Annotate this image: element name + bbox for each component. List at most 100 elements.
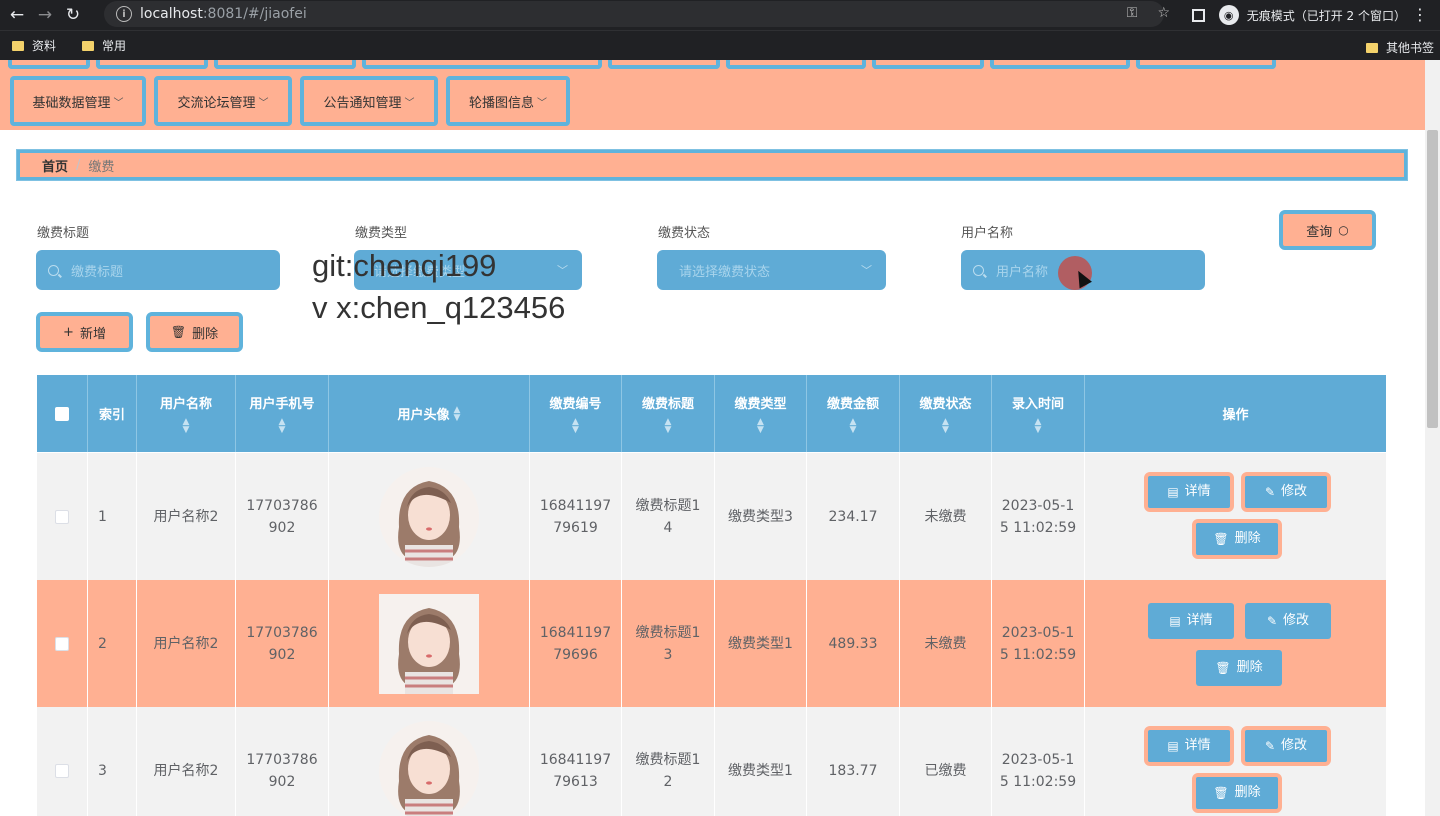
batch-delete-button[interactable]: 🗑 删除 <box>146 312 243 352</box>
column-user-name[interactable]: 用户名称 ▲ ▼ <box>137 375 236 452</box>
breadcrumb-home[interactable]: 首页 <box>42 156 68 175</box>
edit-button[interactable]: ✎ 修改 <box>1241 726 1331 766</box>
row-checkbox[interactable] <box>55 636 69 651</box>
browser-toolbar: ← → ↻ i localhost:8081/#/jiaofei ⚿ ☆ ◉ 无… <box>0 0 1440 30</box>
site-info-icon[interactable]: i <box>116 6 132 22</box>
row-select-cell <box>37 453 88 580</box>
sort-icon[interactable]: ▲ ▼ <box>942 418 949 435</box>
sort-icon[interactable]: ▲ ▼ <box>665 418 672 435</box>
detail-button[interactable]: ▤ 详情 <box>1144 472 1234 512</box>
chevron-down-icon: ﹀ <box>404 97 415 109</box>
forward-arrow-icon[interactable]: → <box>34 4 56 26</box>
column-created-time[interactable]: 录入时间 ▲ ▼ <box>992 375 1085 452</box>
document-icon: ▤ <box>1167 739 1179 753</box>
incognito-label[interactable]: 无痕模式（已打开 2 个窗口） <box>1247 7 1406 24</box>
sort-icon[interactable]: ▲ ▼ <box>1035 418 1042 435</box>
column-avatar[interactable]: 用户头像 ▲ ▼ <box>329 375 530 452</box>
menu-tab-cutoff[interactable] <box>362 60 602 69</box>
user-avatar-image[interactable] <box>379 593 479 694</box>
menu-carousel[interactable]: 轮播图信息 ﹀ <box>446 76 570 126</box>
menu-basic-data[interactable]: 基础数据管理 ﹀ <box>10 76 146 126</box>
menu-tab-cutoff[interactable] <box>1136 60 1276 69</box>
reload-icon[interactable]: ↻ <box>62 4 84 26</box>
column-pay-no[interactable]: 缴费编号 ▲ ▼ <box>530 375 622 452</box>
user-avatar-image[interactable] <box>379 466 479 567</box>
top-menu-strip <box>0 60 1425 70</box>
detail-button[interactable]: ▤ 详情 <box>1144 726 1234 766</box>
address-bar[interactable]: i localhost:8081/#/jiaofei <box>104 1 1164 27</box>
cell-user-name: 用户名称2 <box>137 707 236 816</box>
back-arrow-icon[interactable]: ← <box>6 4 28 26</box>
sort-icon[interactable]: ▲ ▼ <box>572 418 579 435</box>
column-index: 索引 <box>88 375 137 452</box>
column-pay-amount[interactable]: 缴费金额 ▲ ▼ <box>807 375 900 452</box>
chevron-down-icon: ﹀ <box>537 97 547 109</box>
detail-button[interactable]: ▤ 详情 <box>1148 603 1234 639</box>
filter-status-select[interactable]: 请选择缴费状态 ﹀ <box>657 250 886 290</box>
row-checkbox[interactable] <box>55 509 69 524</box>
cell-pay-type: 缴费类型3 <box>715 453 807 580</box>
column-pay-title[interactable]: 缴费标题 ▲ ▼ <box>622 375 715 452</box>
delete-button[interactable]: 🗑 删除 <box>1192 773 1282 813</box>
url-path: :8081/#/jiaofei <box>202 6 307 22</box>
column-operation: 操作 <box>1222 408 1249 423</box>
cell-pay-title: 缴费标题1 4 <box>622 453 715 580</box>
scrollbar-thumb[interactable] <box>1427 130 1438 428</box>
menu-tab-cutoff[interactable] <box>726 60 866 69</box>
row-checkbox[interactable] <box>55 763 69 778</box>
sort-icon[interactable]: ▲ ▼ <box>183 418 190 435</box>
delete-button[interactable]: 🗑 删除 <box>1192 519 1282 559</box>
document-icon: ▤ <box>1169 614 1181 628</box>
sort-icon[interactable]: ▲ ▼ <box>279 418 286 435</box>
cell-operation: ▤ 详情 ✎ 修改 🗑 删除 <box>1085 707 1386 816</box>
cell-index: 3 <box>88 707 137 816</box>
menu-tab-cutoff[interactable] <box>872 60 984 69</box>
filter-type-select[interactable]: 请选择缴费类型 ﹀ <box>354 250 582 290</box>
search-icon <box>973 264 984 276</box>
sort-icon[interactable]: ▲ ▼ <box>850 418 857 435</box>
bookmark-folder[interactable]: 常用 <box>82 37 126 54</box>
bookmark-folder[interactable]: 资料 <box>12 37 56 54</box>
menu-kebab-icon[interactable]: ⋮ <box>1412 5 1428 24</box>
chevron-down-icon: ﹀ <box>113 97 124 109</box>
select-all-checkbox[interactable] <box>55 406 69 421</box>
menu-forum[interactable]: 交流论坛管理 ﹀ <box>154 76 292 126</box>
cell-pay-amount: 183.77 <box>807 707 900 816</box>
cell-operation: ▤ 详情 ✎ 修改 🗑 删除 <box>1085 580 1386 707</box>
sort-icon[interactable]: ▲ ▼ <box>757 418 764 435</box>
menu-tab-cutoff[interactable] <box>8 60 90 69</box>
side-panel-icon[interactable] <box>1191 8 1205 22</box>
menu-tab-cutoff[interactable] <box>96 60 208 69</box>
cell-avatar <box>329 580 530 707</box>
star-icon[interactable]: ☆ <box>1157 5 1170 21</box>
table-row: 2 用户名称2 17703786 902 16841197 79696 缴费标题1 3… <box>37 580 1386 707</box>
menu-tab-cutoff[interactable] <box>990 60 1130 69</box>
cell-user-phone: 17703786 902 <box>236 580 329 707</box>
delete-button[interactable]: 🗑 删除 <box>1196 650 1282 686</box>
edit-button[interactable]: ✎ 修改 <box>1245 603 1331 639</box>
cell-index: 1 <box>88 453 137 580</box>
other-bookmarks[interactable]: 其他书签 <box>1365 39 1434 56</box>
user-avatar-image[interactable] <box>379 720 479 816</box>
chevron-down-icon: ﹀ <box>258 97 269 109</box>
edit-button[interactable]: ✎ 修改 <box>1241 472 1331 512</box>
breadcrumb: 首页 / 缴费 <box>16 149 1408 181</box>
column-user-phone[interactable]: 用户手机号 ▲ ▼ <box>236 375 329 452</box>
column-pay-status[interactable]: 缴费状态 ▲ ▼ <box>900 375 992 452</box>
incognito-icon: ◉ <box>1218 5 1239 25</box>
key-icon[interactable]: ⚿ <box>1127 5 1138 21</box>
column-pay-type[interactable]: 缴费类型 ▲ ▼ <box>715 375 807 452</box>
search-icon <box>48 264 59 276</box>
filter-title-input[interactable]: 缴费标题 <box>36 250 280 290</box>
add-button[interactable]: + 新增 <box>36 312 133 352</box>
folder-icon <box>82 40 95 51</box>
menu-tab-cutoff[interactable] <box>214 60 356 69</box>
menu-tab-cutoff[interactable] <box>608 60 720 69</box>
avatar-portrait-icon <box>379 720 479 816</box>
cell-pay-amount: 234.17 <box>807 453 900 580</box>
page-scrollbar[interactable] <box>1425 60 1440 816</box>
sort-icon[interactable]: ▲ ▼ <box>454 405 461 422</box>
bookmarks-bar: 资料 常用 其他书签 <box>0 30 1440 60</box>
query-button[interactable]: 查询 ○ <box>1279 210 1376 250</box>
menu-notice[interactable]: 公告通知管理 ﹀ <box>300 76 438 126</box>
